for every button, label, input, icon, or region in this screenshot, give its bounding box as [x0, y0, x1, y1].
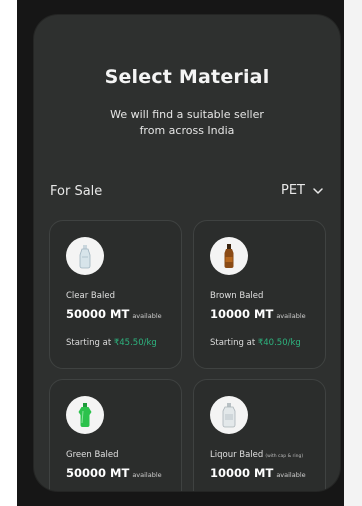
material-price: Starting at ₹45.50/kg	[66, 338, 157, 348]
liquor-bottle-icon	[210, 396, 248, 434]
availability-label: available	[132, 312, 162, 320]
material-card-green-baled[interactable]: Green Baled 50000 MT available	[49, 379, 182, 491]
material-name: Brown Baled	[210, 291, 263, 301]
page-margin	[344, 0, 362, 506]
quantity-value: 10000 MT	[210, 307, 274, 321]
clear-bottle-icon	[66, 237, 104, 275]
material-type-dropdown[interactable]: PET	[281, 183, 324, 198]
material-name: Clear Baled	[66, 291, 115, 301]
material-quantity: 50000 MT available	[66, 307, 162, 321]
material-quantity: 10000 MT available	[210, 466, 306, 480]
price-value: ₹40.50/kg	[257, 338, 301, 348]
material-quantity: 50000 MT available	[66, 466, 162, 480]
material-name-text: Brown Baled	[210, 291, 264, 301]
material-name-text: Liqour Baled	[210, 450, 264, 460]
material-card-clear-baled[interactable]: Clear Baled 50000 MT available Starting a…	[49, 220, 182, 369]
price-prefix: Starting at	[210, 338, 256, 348]
brown-bottle-icon	[210, 237, 248, 275]
availability-label: available	[132, 471, 162, 479]
green-bottle-icon	[66, 396, 104, 434]
material-name: Liqour Baled (with cap & ring)	[210, 450, 303, 460]
availability-label: available	[276, 471, 306, 479]
quantity-value: 10000 MT	[210, 466, 274, 480]
material-quantity: 10000 MT available	[210, 307, 306, 321]
price-prefix: Starting at	[66, 338, 112, 348]
material-card-brown-baled[interactable]: Brown Baled 10000 MT available Starting a…	[193, 220, 326, 369]
subtitle-line-1: We will find a suitable seller	[110, 108, 264, 121]
page-title: Select Material	[104, 66, 270, 88]
material-name-text: Clear Baled	[66, 291, 115, 301]
phone-screen: Select Material We will find a suitable …	[34, 15, 340, 491]
subtitle-line-2: from across India	[139, 124, 235, 137]
price-value: ₹45.50/kg	[113, 338, 157, 348]
material-price: Starting at ₹40.50/kg	[210, 338, 301, 348]
quantity-value: 50000 MT	[66, 466, 130, 480]
quantity-value: 50000 MT	[66, 307, 130, 321]
material-card-liqour-baled[interactable]: Liqour Baled (with cap & ring) 10000 MT av…	[193, 379, 326, 491]
availability-label: available	[276, 312, 306, 320]
material-name-text: Green Baled	[66, 450, 119, 460]
chevron-down-icon	[313, 187, 323, 194]
page-subtitle: We will find a suitable seller from acro…	[74, 107, 300, 139]
material-type-value: PET	[281, 183, 305, 198]
for-sale-label: For Sale	[50, 184, 103, 199]
material-note: (with cap & ring)	[265, 454, 304, 459]
material-name: Green Baled	[66, 450, 118, 460]
